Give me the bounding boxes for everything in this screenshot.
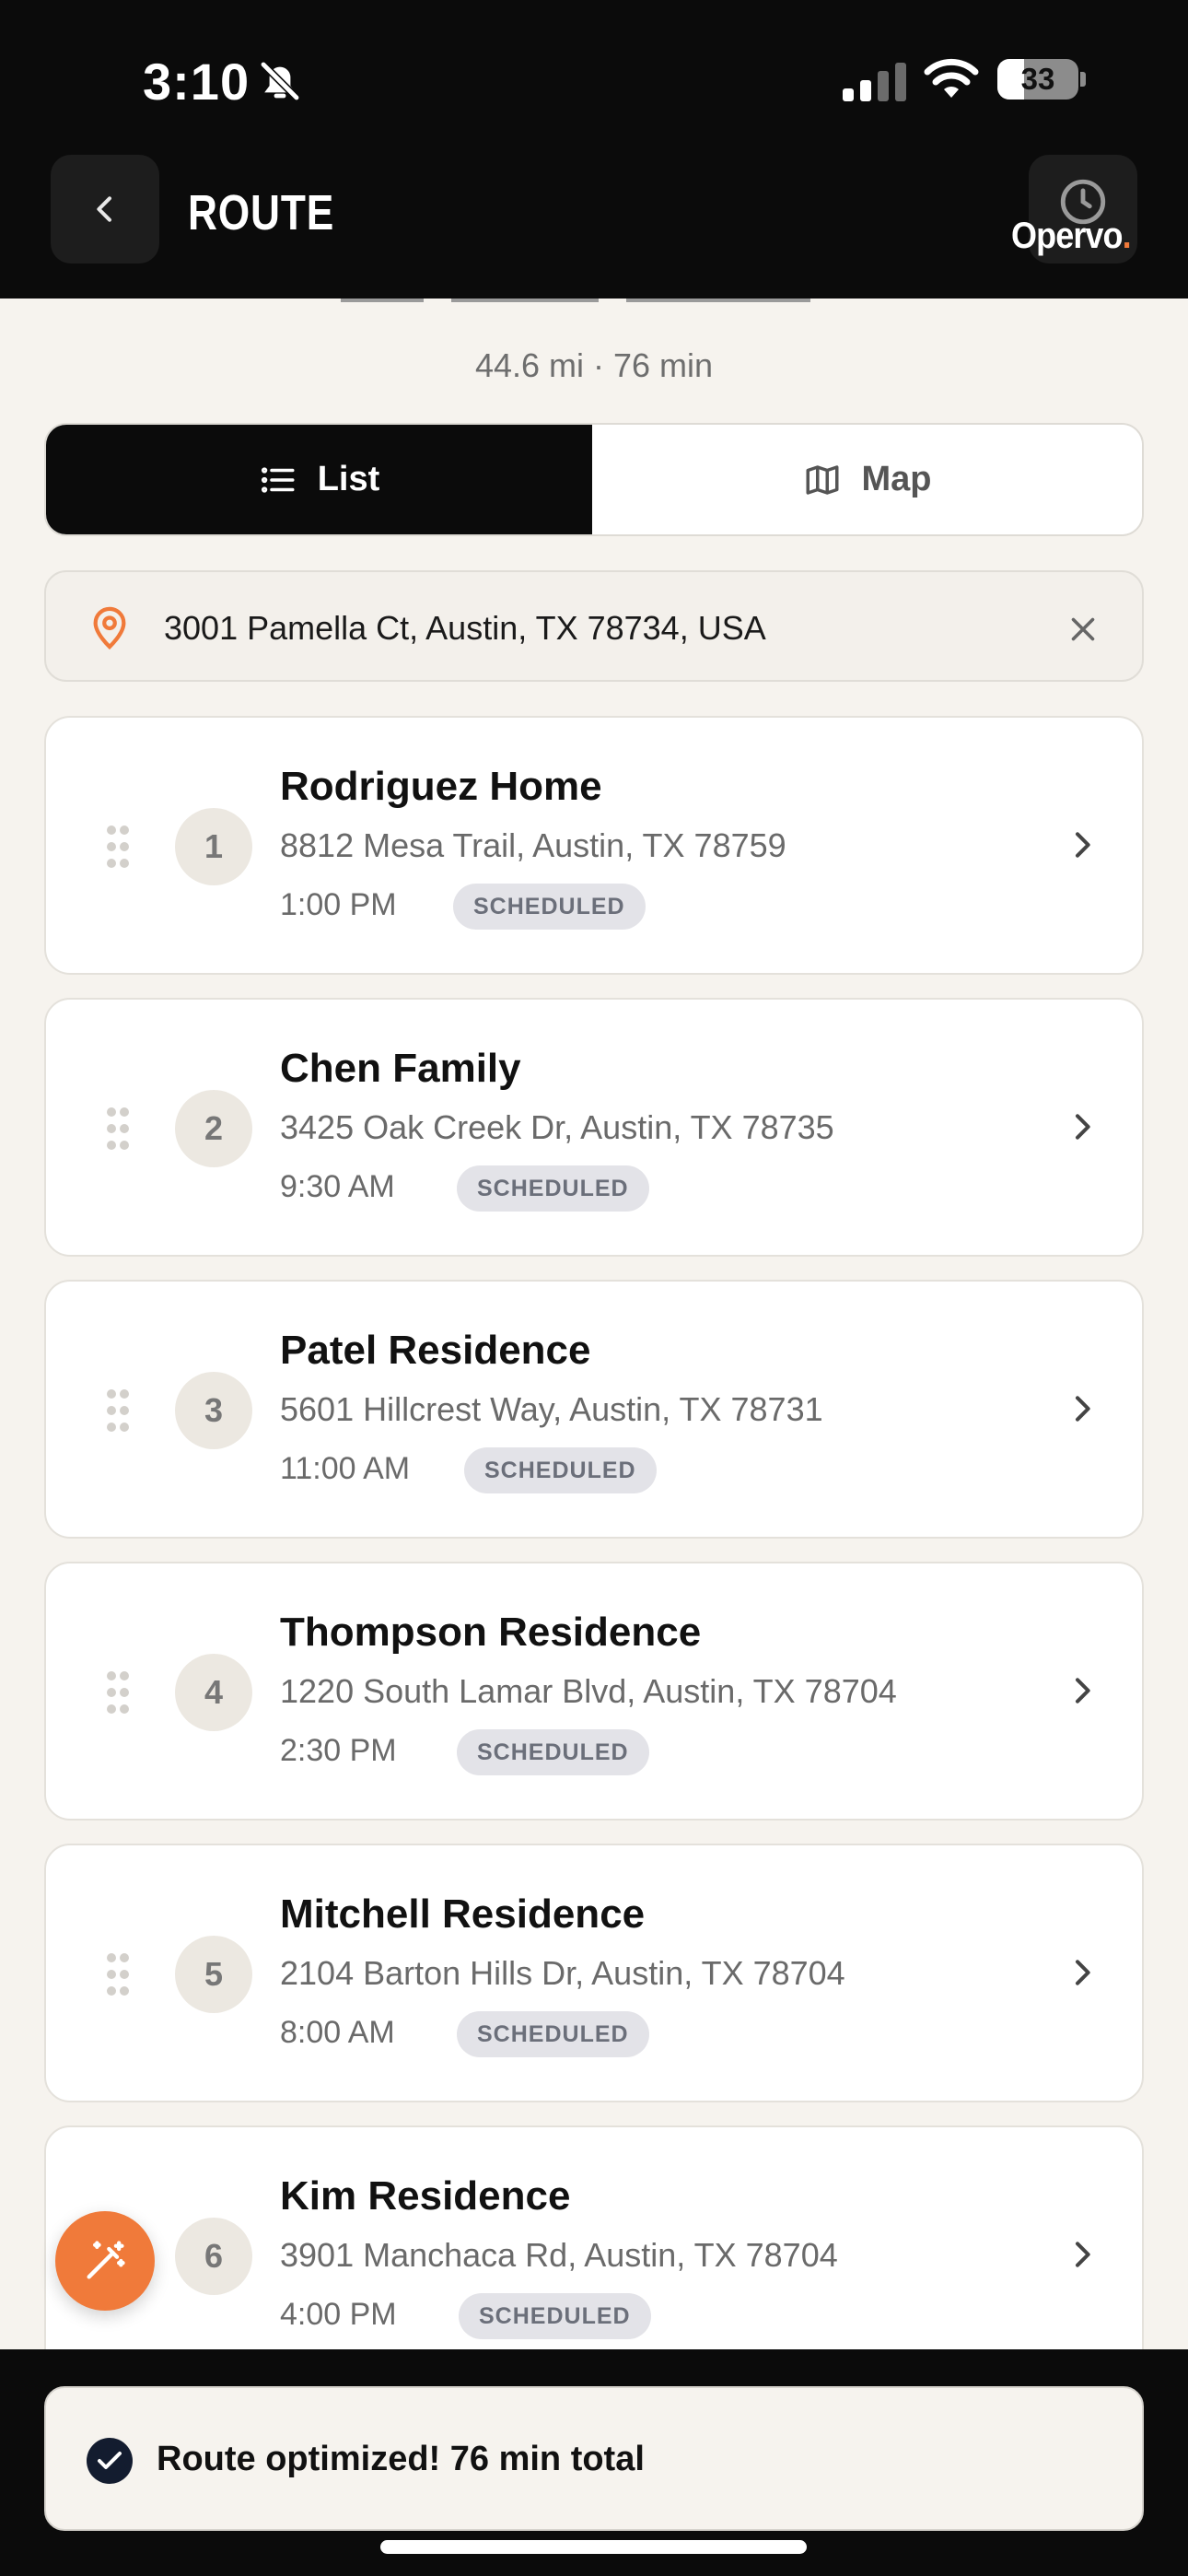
chevron-right-icon [1076, 1114, 1090, 1140]
stop-time: 4:00 PM [280, 2297, 397, 2332]
stop-address: 1220 South Lamar Blvd, Austin, TX 78704 [280, 1672, 897, 1710]
stop-time: 11:00 AM [280, 1451, 411, 1486]
view-toggle: List Map [44, 423, 1144, 536]
start-location-field[interactable]: 3001 Pamella Ct, Austin, TX 78734, USA [44, 570, 1144, 682]
status-badge: SCHEDULED [457, 1729, 649, 1775]
status-badge: SCHEDULED [457, 1165, 649, 1212]
stop-name: Mitchell Residence [280, 1891, 646, 1937]
stop-number: 6 [175, 2218, 252, 2295]
clipped-date-heading [341, 299, 810, 302]
stop-time: 9:30 AM [280, 1169, 395, 1204]
toast-message: Route optimized! 76 min total [157, 2440, 645, 2478]
stop-card[interactable]: 1 Rodriguez Home 8812 Mesa Trail, Austin, … [44, 716, 1144, 975]
stop-card[interactable]: 5 Mitchell Residence 2104 Barton Hills Dr,… [44, 1844, 1144, 2102]
stop-number: 3 [175, 1372, 252, 1449]
chevron-right-icon [1076, 1678, 1090, 1704]
status-badge: SCHEDULED [453, 884, 646, 930]
stop-address: 5601 Hillcrest Way, Austin, TX 78731 [280, 1390, 823, 1428]
chevron-right-icon [1076, 832, 1090, 858]
stop-time: 8:00 AM [280, 2015, 395, 2050]
stop-name: Patel Residence [280, 1328, 591, 1373]
stop-card[interactable]: 2 Chen Family 3425 Oak Creek Dr, Austin, T… [44, 998, 1144, 1257]
check-circle-icon [87, 2438, 133, 2484]
cellular-signal-icon [843, 63, 906, 101]
tab-list-label: List [317, 460, 380, 498]
status-badge: SCHEDULED [457, 2011, 649, 2057]
home-indicator[interactable] [380, 2540, 807, 2554]
status-badge: SCHEDULED [464, 1447, 657, 1493]
stop-name: Rodriguez Home [280, 764, 602, 809]
back-button[interactable] [51, 155, 159, 263]
status-badge: SCHEDULED [459, 2293, 651, 2339]
drag-handle-icon[interactable] [105, 1669, 131, 1715]
success-toast: Route optimized! 76 min total [44, 2386, 1144, 2531]
map-pin-icon [93, 606, 126, 650]
route-summary: 44.6 mi · 76 min [474, 346, 714, 384]
chevron-left-icon [97, 196, 111, 222]
tab-map-label: Map [861, 460, 932, 498]
bell-slash-icon [260, 61, 300, 101]
stop-time: 2:30 PM [280, 1733, 397, 1768]
tab-list[interactable]: List [46, 425, 592, 534]
stop-time: 1:00 PM [280, 887, 397, 922]
magic-wand-icon [87, 2241, 125, 2279]
drag-handle-icon[interactable] [105, 1951, 131, 1997]
stop-card[interactable]: 3 Patel Residence 5601 Hillcrest Way, Aust… [44, 1280, 1144, 1539]
stop-address: 3425 Oak Creek Dr, Austin, TX 78735 [280, 1108, 834, 1146]
stop-address: 2104 Barton Hills Dr, Austin, TX 78704 [280, 1954, 845, 1992]
page-title: ROUTE [188, 185, 335, 240]
top-bar: 3:10 33 ROUTE Opervo. [0, 0, 1188, 299]
start-location-value: 3001 Pamella Ct, Austin, TX 78734, USA [164, 609, 766, 647]
chevron-right-icon [1076, 1396, 1090, 1422]
battery-percent: 33 [1020, 62, 1055, 96]
tab-map[interactable]: Map [592, 425, 1142, 534]
drag-handle-icon[interactable] [105, 1388, 131, 1434]
stop-address: 3901 Manchaca Rd, Austin, TX 78704 [280, 2236, 838, 2274]
drag-handle-icon[interactable] [105, 824, 131, 870]
stop-name: Kim Residence [280, 2173, 571, 2219]
map-icon [806, 464, 838, 495]
stop-name: Chen Family [280, 1046, 521, 1091]
stop-card[interactable]: 6 Kim Residence 3901 Manchaca Rd, Austin, … [44, 2125, 1144, 2365]
stop-number: 2 [175, 1090, 252, 1167]
status-time: 3:10 [143, 53, 250, 111]
close-icon[interactable] [1066, 613, 1100, 646]
wifi-icon [924, 58, 979, 98]
brand-logo: Opervo. [1011, 216, 1132, 256]
stop-number: 4 [175, 1654, 252, 1731]
stop-card[interactable]: 4 Thompson Residence 1220 South Lamar Blvd… [44, 1562, 1144, 1821]
drag-handle-icon[interactable] [105, 1106, 131, 1152]
battery-indicator: 33 [997, 59, 1086, 100]
stop-number: 5 [175, 1936, 252, 2013]
chevron-right-icon [1076, 1960, 1090, 1985]
stop-name: Thompson Residence [280, 1610, 702, 1655]
list-icon [261, 466, 295, 493]
stop-address: 8812 Mesa Trail, Austin, TX 78759 [280, 826, 786, 864]
optimize-route-button[interactable] [55, 2211, 155, 2311]
stop-number: 1 [175, 808, 252, 885]
chevron-right-icon [1076, 2242, 1090, 2267]
